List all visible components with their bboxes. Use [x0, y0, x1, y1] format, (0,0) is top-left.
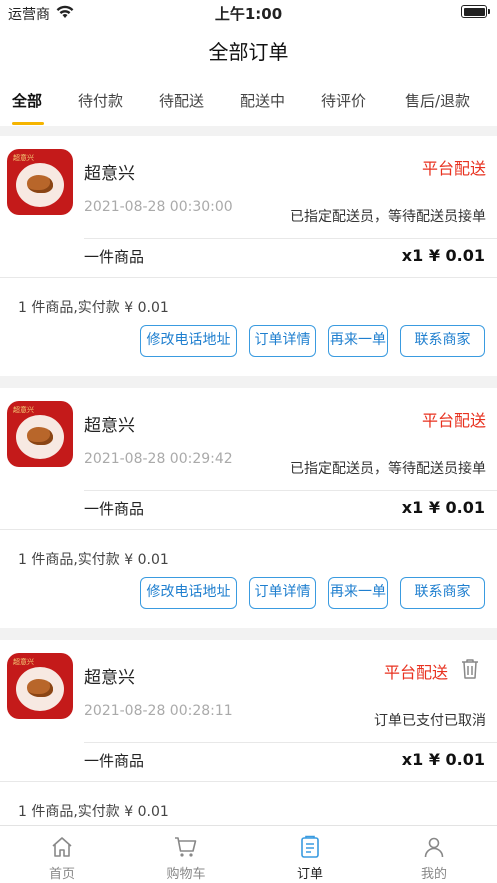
goods-label: 一件商品 — [84, 752, 145, 770]
divider — [84, 238, 497, 239]
contact-merchant-button[interactable]: 联系商家 — [400, 325, 485, 357]
order-list-icon — [301, 835, 319, 858]
tabbar-label: 订单 — [296, 867, 323, 882]
cart-icon — [175, 837, 197, 857]
order-card[interactable]: 超意兴 超意兴 平台配送 2021-08-28 00:30:00 已指定配送员，… — [0, 136, 497, 376]
shop-name[interactable]: 超意兴 — [84, 411, 135, 436]
order-detail-button[interactable]: 订单详情 — [249, 325, 316, 357]
order-time: 2021-08-28 00:28:11 — [84, 703, 233, 719]
order-status: 已指定配送员，等待配送员接单 — [290, 461, 486, 477]
order-detail-button[interactable]: 订单详情 — [249, 577, 316, 609]
goods-price: x1 ¥ 0.01 — [401, 498, 485, 517]
reorder-button[interactable]: 再来一单 — [328, 577, 388, 609]
profile-icon — [424, 837, 444, 858]
bottom-tabbar: 首页 购物车 订单 我的 — [0, 825, 497, 883]
goods-price: x1 ¥ 0.01 — [401, 750, 485, 769]
edit-address-button[interactable]: 修改电话地址 — [140, 325, 237, 357]
goods-label: 一件商品 — [84, 500, 145, 518]
contact-merchant-button[interactable]: 联系商家 — [400, 577, 485, 609]
goods-label: 一件商品 — [84, 248, 145, 266]
order-summary: 1 件商品,实付款 ¥ 0.01 — [18, 804, 169, 820]
section-gap — [0, 376, 497, 388]
delivery-type: 平台配送 — [421, 411, 486, 430]
tabbar-orders[interactable]: 订单 — [248, 826, 372, 883]
shop-name[interactable]: 超意兴 — [84, 159, 135, 184]
divider — [84, 490, 497, 491]
tab-after-sales[interactable]: 售后/退款 — [405, 90, 470, 111]
reorder-button[interactable]: 再来一单 — [328, 325, 388, 357]
order-time: 2021-08-28 00:30:00 — [84, 199, 233, 215]
section-gap — [0, 126, 497, 136]
order-tabs: 全部 待付款 待配送 配送中 待评价 售后/退款 — [0, 82, 497, 126]
tabbar-profile[interactable]: 我的 — [372, 826, 496, 883]
clock: 上午1:00 — [214, 5, 283, 23]
tab-pending-delivery[interactable]: 待配送 — [159, 90, 204, 111]
shop-logo: 超意兴 — [7, 149, 73, 215]
active-tab-indicator — [12, 122, 44, 125]
order-status: 订单已支付已取消 — [374, 713, 486, 729]
goods-price: x1 ¥ 0.01 — [401, 246, 485, 265]
tab-pending-review[interactable]: 待评价 — [321, 90, 366, 111]
order-time: 2021-08-28 00:29:42 — [84, 451, 233, 467]
section-gap — [0, 628, 497, 640]
order-summary: 1 件商品,实付款 ¥ 0.01 — [18, 300, 169, 316]
page-title: 全部订单 — [208, 40, 289, 64]
tabbar-cart[interactable]: 购物车 — [124, 826, 248, 883]
tab-pending-payment[interactable]: 待付款 — [78, 90, 123, 111]
order-card[interactable]: 超意兴 超意兴 平台配送 2021-08-28 00:28:11 订单已支付已取… — [0, 640, 497, 825]
status-bar: 运营商 上午1:00 — [0, 0, 497, 26]
battery-icon — [461, 5, 490, 18]
shop-logo: 超意兴 — [7, 401, 73, 467]
divider — [84, 742, 497, 743]
trash-icon[interactable] — [461, 658, 479, 680]
tabbar-home[interactable]: 首页 — [0, 826, 124, 883]
order-status: 已指定配送员，等待配送员接单 — [290, 209, 486, 225]
tab-all[interactable]: 全部 — [12, 90, 42, 111]
delivery-type: 平台配送 — [383, 663, 448, 682]
order-summary: 1 件商品,实付款 ¥ 0.01 — [18, 552, 169, 568]
order-card[interactable]: 超意兴 超意兴 平台配送 2021-08-28 00:29:42 已指定配送员，… — [0, 388, 497, 628]
shop-name[interactable]: 超意兴 — [84, 663, 135, 688]
home-icon — [52, 837, 72, 857]
divider — [0, 781, 497, 782]
divider — [0, 277, 497, 278]
tabbar-label: 首页 — [48, 867, 75, 882]
tabbar-label: 购物车 — [166, 867, 206, 882]
edit-address-button[interactable]: 修改电话地址 — [140, 577, 237, 609]
delivery-type: 平台配送 — [421, 159, 486, 178]
tab-delivering[interactable]: 配送中 — [240, 90, 285, 111]
tabbar-label: 我的 — [420, 867, 447, 882]
divider — [0, 529, 497, 530]
shop-logo: 超意兴 — [7, 653, 73, 719]
